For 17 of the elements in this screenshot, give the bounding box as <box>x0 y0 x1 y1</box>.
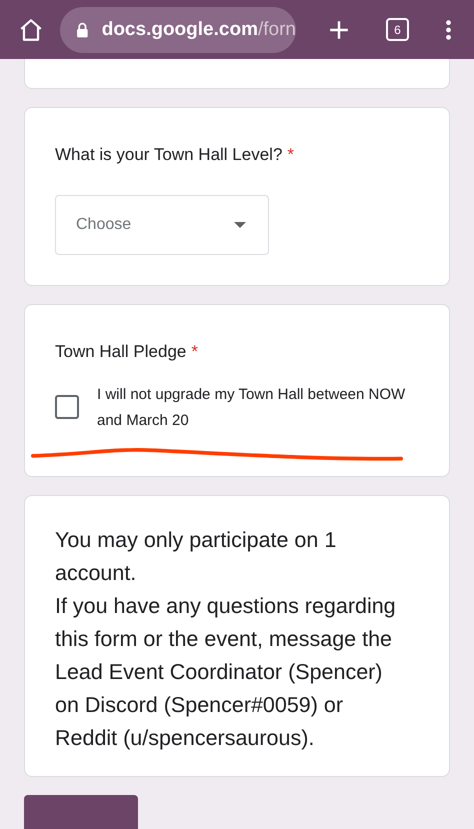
lock-icon <box>76 22 89 38</box>
checkbox[interactable] <box>55 395 79 419</box>
required-mark: * <box>191 342 198 361</box>
more-icon[interactable] <box>445 18 452 40</box>
home-icon[interactable] <box>18 16 44 42</box>
notice-text: If you have any questions regarding this form or the event, message the Lead Event Coordinator (Spencer) on Discord (Spencer#0059) or Reddit (u/spencersaurous). <box>55 593 397 752</box>
question-title: Town Hall Pledge <box>55 342 186 361</box>
required-mark: * <box>287 145 294 164</box>
dropdown[interactable]: Choose <box>55 195 269 255</box>
caret-icon <box>234 222 246 228</box>
url-text: docs.google.com/forn <box>102 18 296 40</box>
address-bar[interactable]: docs.google.com/forn <box>60 6 296 52</box>
checkbox-label: I will not upgrade my Town Hall between NOW and March 20 <box>97 385 406 431</box>
plus-icon[interactable] <box>328 18 350 40</box>
notice-heading: You may only participate on 1 account. <box>55 527 338 587</box>
question-title: What is your Town Hall Level? <box>55 145 282 164</box>
tab-count-button[interactable]: 6 <box>386 18 409 41</box>
